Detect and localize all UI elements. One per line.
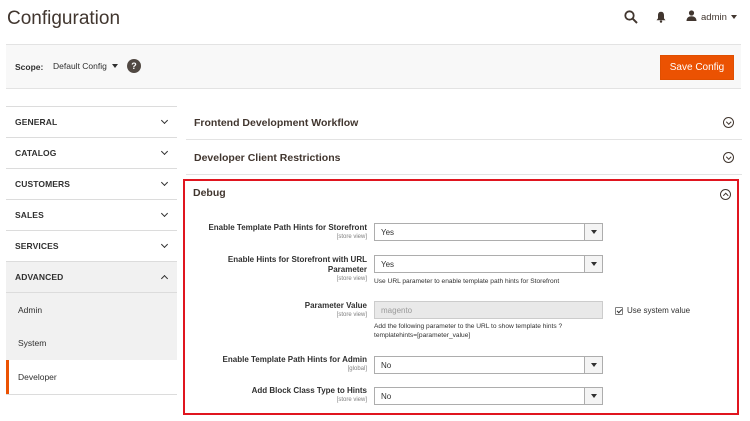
field-label-text: Parameter Value	[304, 301, 367, 310]
checkbox-label: Use system value	[627, 306, 691, 315]
use-system-value-checkbox[interactable]: Use system value	[615, 306, 690, 315]
user-name: admin	[701, 11, 727, 23]
chevron-down-icon	[160, 240, 169, 249]
select-value: No	[381, 360, 392, 370]
section-title: Developer Client Restrictions	[194, 151, 341, 164]
field-label: Enable Template Path Hints for Admin [gl…	[223, 355, 367, 373]
field-label-text: Add Block Class Type to Hints	[251, 386, 367, 395]
chevron-down-icon	[160, 147, 169, 156]
chevron-down-icon	[584, 388, 602, 404]
field-note: Use URL parameter to enable template pat…	[374, 278, 560, 285]
bell-icon[interactable]	[655, 10, 667, 24]
sidebar-item-admin[interactable]: Admin	[6, 293, 177, 327]
template-hints-admin-select[interactable]: No	[374, 356, 603, 374]
field-scope: [store view]	[336, 276, 367, 282]
field-scope: [store view]	[336, 234, 367, 240]
field-scope: [store view]	[336, 397, 367, 403]
scope-bar: Scope: Default Config ? Save Config	[6, 44, 741, 89]
sidebar-tab-catalog[interactable]: CATALOG	[6, 137, 177, 168]
save-config-button[interactable]: Save Config	[660, 55, 734, 80]
advanced-subitems: Admin System Developer	[6, 292, 177, 394]
chevron-down-icon	[160, 116, 169, 125]
scope-switcher[interactable]: Default Config	[53, 61, 118, 71]
sidebar-tab-services[interactable]: SERVICES	[6, 230, 177, 261]
field-scope: [global]	[347, 366, 367, 372]
parameter-value-input[interactable]: magento	[374, 301, 603, 319]
select-value: No	[381, 391, 392, 401]
chevron-down-icon	[160, 209, 169, 218]
field-label: Add Block Class Type to Hints [store vie…	[252, 386, 367, 404]
sidebar-tab-advanced[interactable]: ADVANCED	[6, 261, 177, 292]
sidebar-tab-label: GENERAL	[15, 117, 58, 127]
search-icon[interactable]	[623, 9, 639, 25]
field-note: Add the following parameter to the URL t…	[374, 323, 563, 339]
chevron-up-icon	[160, 274, 169, 283]
config-sidebar: GENERAL CATALOG CUSTOMERS SALES SERVICES…	[6, 106, 177, 395]
chevron-down-icon	[584, 224, 602, 240]
field-label: Enable Template Path Hints for Storefron…	[208, 223, 367, 241]
field-label: Enable Hints for Storefront with URL Par…	[192, 255, 367, 283]
collapse-icon[interactable]	[720, 189, 731, 200]
field-label: Parameter Value [store view]	[305, 301, 367, 319]
chevron-down-icon	[584, 256, 602, 272]
sidebar-tab-label: SALES	[15, 210, 44, 220]
sidebar-divider	[6, 393, 177, 395]
sidebar-tab-label: CUSTOMERS	[15, 179, 71, 189]
section-frontend-workflow[interactable]: Frontend Development Workflow	[186, 106, 742, 140]
hints-url-parameter-select[interactable]: Yes	[374, 255, 603, 273]
sidebar-item-system[interactable]: System	[6, 327, 177, 361]
checkbox-checked-icon	[615, 306, 623, 315]
expand-icon	[723, 117, 734, 128]
sidebar-tab-label: CATALOG	[15, 148, 57, 158]
sidebar-item-developer[interactable]: Developer	[6, 360, 177, 394]
user-menu[interactable]: admin	[686, 10, 737, 24]
select-value: Yes	[381, 259, 395, 269]
chevron-down-icon	[584, 357, 602, 373]
sidebar-tab-label: SERVICES	[15, 241, 59, 251]
chevron-down-icon	[730, 15, 737, 19]
scope-value: Default Config	[53, 61, 107, 71]
user-icon	[686, 8, 697, 26]
block-class-type-select[interactable]: No	[374, 387, 603, 405]
field-scope: [store view]	[336, 312, 367, 318]
template-hints-storefront-select[interactable]: Yes	[374, 223, 603, 241]
input-value: magento	[381, 305, 413, 315]
section-title: Frontend Development Workflow	[194, 116, 359, 129]
chevron-down-icon	[111, 64, 118, 68]
field-label-text: Enable Hints for Storefront with URL Par…	[227, 255, 367, 274]
expand-icon	[723, 152, 734, 163]
sidebar-tab-sales[interactable]: SALES	[6, 199, 177, 230]
sidebar-tab-label: ADVANCED	[15, 272, 64, 282]
select-value: Yes	[381, 227, 395, 237]
scope-label: Scope:	[15, 62, 44, 72]
field-label-text: Enable Template Path Hints for Storefron…	[208, 223, 367, 232]
chevron-down-icon	[160, 178, 169, 187]
page-title: Configuration	[7, 8, 121, 29]
help-icon[interactable]: ?	[127, 59, 141, 73]
sidebar-tab-customers[interactable]: CUSTOMERS	[6, 168, 177, 199]
field-label-text: Enable Template Path Hints for Admin	[222, 355, 367, 364]
section-title[interactable]: Debug	[193, 187, 226, 199]
section-debug: Debug Enable Template Path Hints for Sto…	[183, 179, 739, 415]
section-client-restrictions[interactable]: Developer Client Restrictions	[186, 141, 742, 175]
sidebar-tab-general[interactable]: GENERAL	[6, 106, 177, 137]
